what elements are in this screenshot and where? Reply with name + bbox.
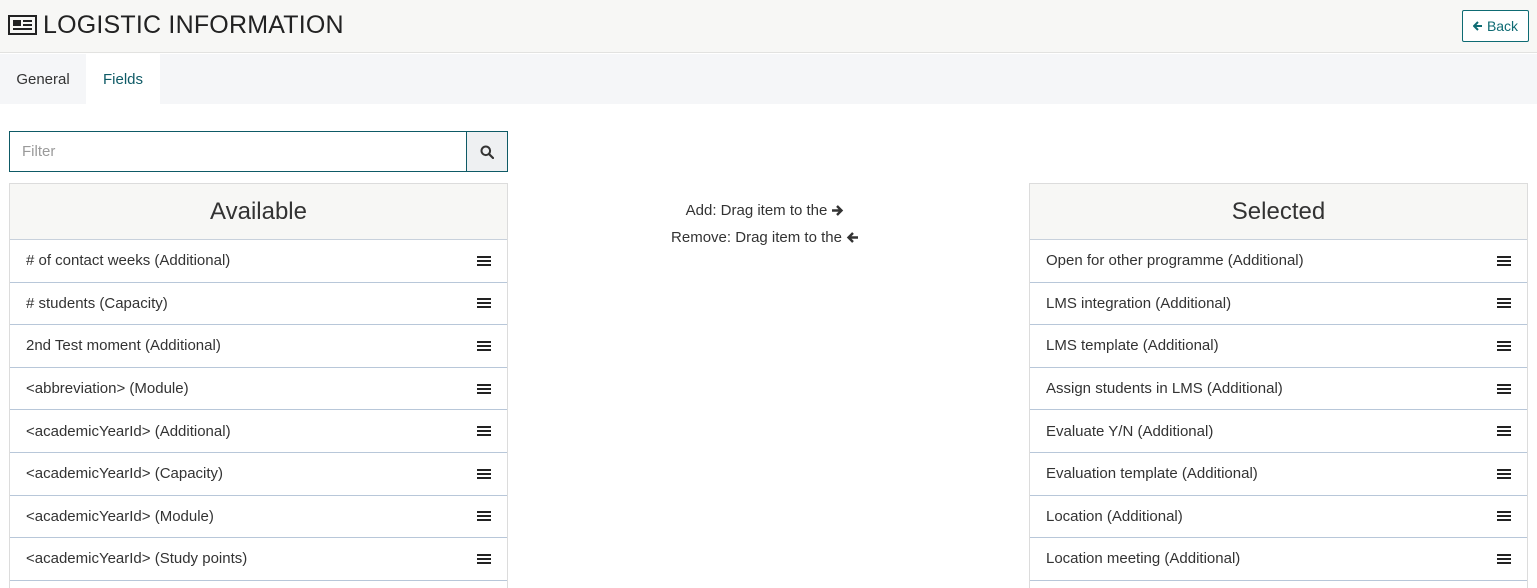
page-title: LOGISTIC INFORMATION xyxy=(8,8,344,42)
drag-handle-icon[interactable] xyxy=(477,383,491,395)
drag-handle-icon[interactable] xyxy=(1497,297,1511,309)
list-item-label: <academicYearId> (Capacity) xyxy=(26,465,224,483)
available-panel: Available # of contact weeks (Additional… xyxy=(9,183,508,588)
available-list: # of contact weeks (Additional) # student… xyxy=(10,240,507,581)
drag-handle-icon[interactable] xyxy=(477,255,491,267)
back-button-label: Back xyxy=(1486,18,1519,34)
list-item-label: Assign students in LMS (Additional) xyxy=(1046,380,1283,398)
drag-handle-icon[interactable] xyxy=(1497,553,1511,565)
remove-hint: Remove: Drag item to the xyxy=(640,229,890,246)
selected-panel: Selected Open for other programme (Addit… xyxy=(1029,183,1528,588)
drag-handle-icon[interactable] xyxy=(1497,383,1511,395)
drag-handle-icon[interactable] xyxy=(1497,425,1511,437)
selected-panel-title: Selected xyxy=(1030,184,1527,240)
list-item-label: <academicYearId> (Additional) xyxy=(26,422,231,440)
add-hint: Add: Drag item to the xyxy=(640,202,890,219)
remove-hint-text: Remove: Drag item to the xyxy=(671,229,842,246)
drag-handle-icon[interactable] xyxy=(477,553,491,565)
tab-bar: General Fields xyxy=(0,54,1537,104)
list-item[interactable]: Assign students in LMS (Additional) xyxy=(1030,368,1527,411)
arrow-right-icon xyxy=(832,205,844,216)
search-icon xyxy=(480,145,494,159)
tab-fields-label: Fields xyxy=(102,70,143,88)
arrow-left-icon xyxy=(846,232,858,243)
list-item-label: <abbreviation> (Module) xyxy=(26,380,189,398)
list-item[interactable]: LMS template (Additional) xyxy=(1030,325,1527,368)
list-item[interactable]: LMS integration (Additional) xyxy=(1030,283,1527,326)
list-item[interactable]: <abbreviation> (Module) xyxy=(10,368,507,411)
arrow-left-icon xyxy=(1472,21,1482,31)
list-item[interactable]: # of contact weeks (Additional) xyxy=(10,240,507,283)
available-panel-title: Available xyxy=(10,184,507,240)
drag-handle-icon[interactable] xyxy=(477,425,491,437)
list-item-label: Evaluate Y/N (Additional) xyxy=(1046,422,1214,440)
selected-list: Open for other programme (Additional) LMS… xyxy=(1030,240,1527,581)
list-item[interactable]: <academicYearId> (Module) xyxy=(10,496,507,539)
list-item[interactable]: 2nd Test moment (Additional) xyxy=(10,325,507,368)
list-item-label: Evaluation template (Additional) xyxy=(1046,465,1258,483)
list-item[interactable]: Location meeting (Additional) xyxy=(1030,538,1527,581)
drag-handle-icon[interactable] xyxy=(1497,340,1511,352)
filter-group xyxy=(9,131,508,172)
list-item-label: Open for other programme (Additional) xyxy=(1046,252,1304,270)
list-item[interactable]: # students (Capacity) xyxy=(10,283,507,326)
list-item-label: Location meeting (Additional) xyxy=(1046,550,1241,568)
list-item[interactable]: <academicYearId> (Additional) xyxy=(10,410,507,453)
list-item-label: <academicYearId> (Study points) xyxy=(26,550,248,568)
drag-handle-icon[interactable] xyxy=(477,340,491,352)
list-item[interactable]: Location (Additional) xyxy=(1030,496,1527,539)
list-item[interactable]: Evaluate Y/N (Additional) xyxy=(1030,410,1527,453)
page-header: LOGISTIC INFORMATION Back xyxy=(0,0,1537,53)
list-item[interactable]: <academicYearId> (Study points) xyxy=(10,538,507,581)
drag-handle-icon[interactable] xyxy=(1497,468,1511,480)
tab-general-label: General xyxy=(16,70,70,88)
list-item[interactable]: Evaluation template (Additional) xyxy=(1030,453,1527,496)
list-item-label: # students (Capacity) xyxy=(26,294,168,312)
tab-general[interactable]: General xyxy=(0,54,86,104)
add-hint-text: Add: Drag item to the xyxy=(685,202,828,219)
drag-handle-icon[interactable] xyxy=(477,510,491,522)
list-item[interactable]: <academicYearId> (Capacity) xyxy=(10,453,507,496)
list-item-label: # of contact weeks (Additional) xyxy=(26,252,231,270)
tab-fields[interactable]: Fields xyxy=(86,54,160,104)
list-item-label: LMS integration (Additional) xyxy=(1046,294,1232,312)
newspaper-icon xyxy=(8,15,37,35)
back-button[interactable]: Back xyxy=(1462,10,1529,42)
list-item-label: <academicYearId> (Module) xyxy=(26,507,214,525)
list-item-label: Location (Additional) xyxy=(1046,507,1183,525)
drag-handle-icon[interactable] xyxy=(477,297,491,309)
list-item-label: LMS template (Additional) xyxy=(1046,337,1219,355)
drag-handle-icon[interactable] xyxy=(477,468,491,480)
filter-search-button[interactable] xyxy=(466,131,508,172)
drag-handle-icon[interactable] xyxy=(1497,255,1511,267)
drag-handle-icon[interactable] xyxy=(1497,510,1511,522)
list-item[interactable]: Open for other programme (Additional) xyxy=(1030,240,1527,283)
list-item-label: 2nd Test moment (Additional) xyxy=(26,337,221,355)
filter-input[interactable] xyxy=(9,131,466,172)
page-title-text: LOGISTIC INFORMATION xyxy=(43,10,344,39)
